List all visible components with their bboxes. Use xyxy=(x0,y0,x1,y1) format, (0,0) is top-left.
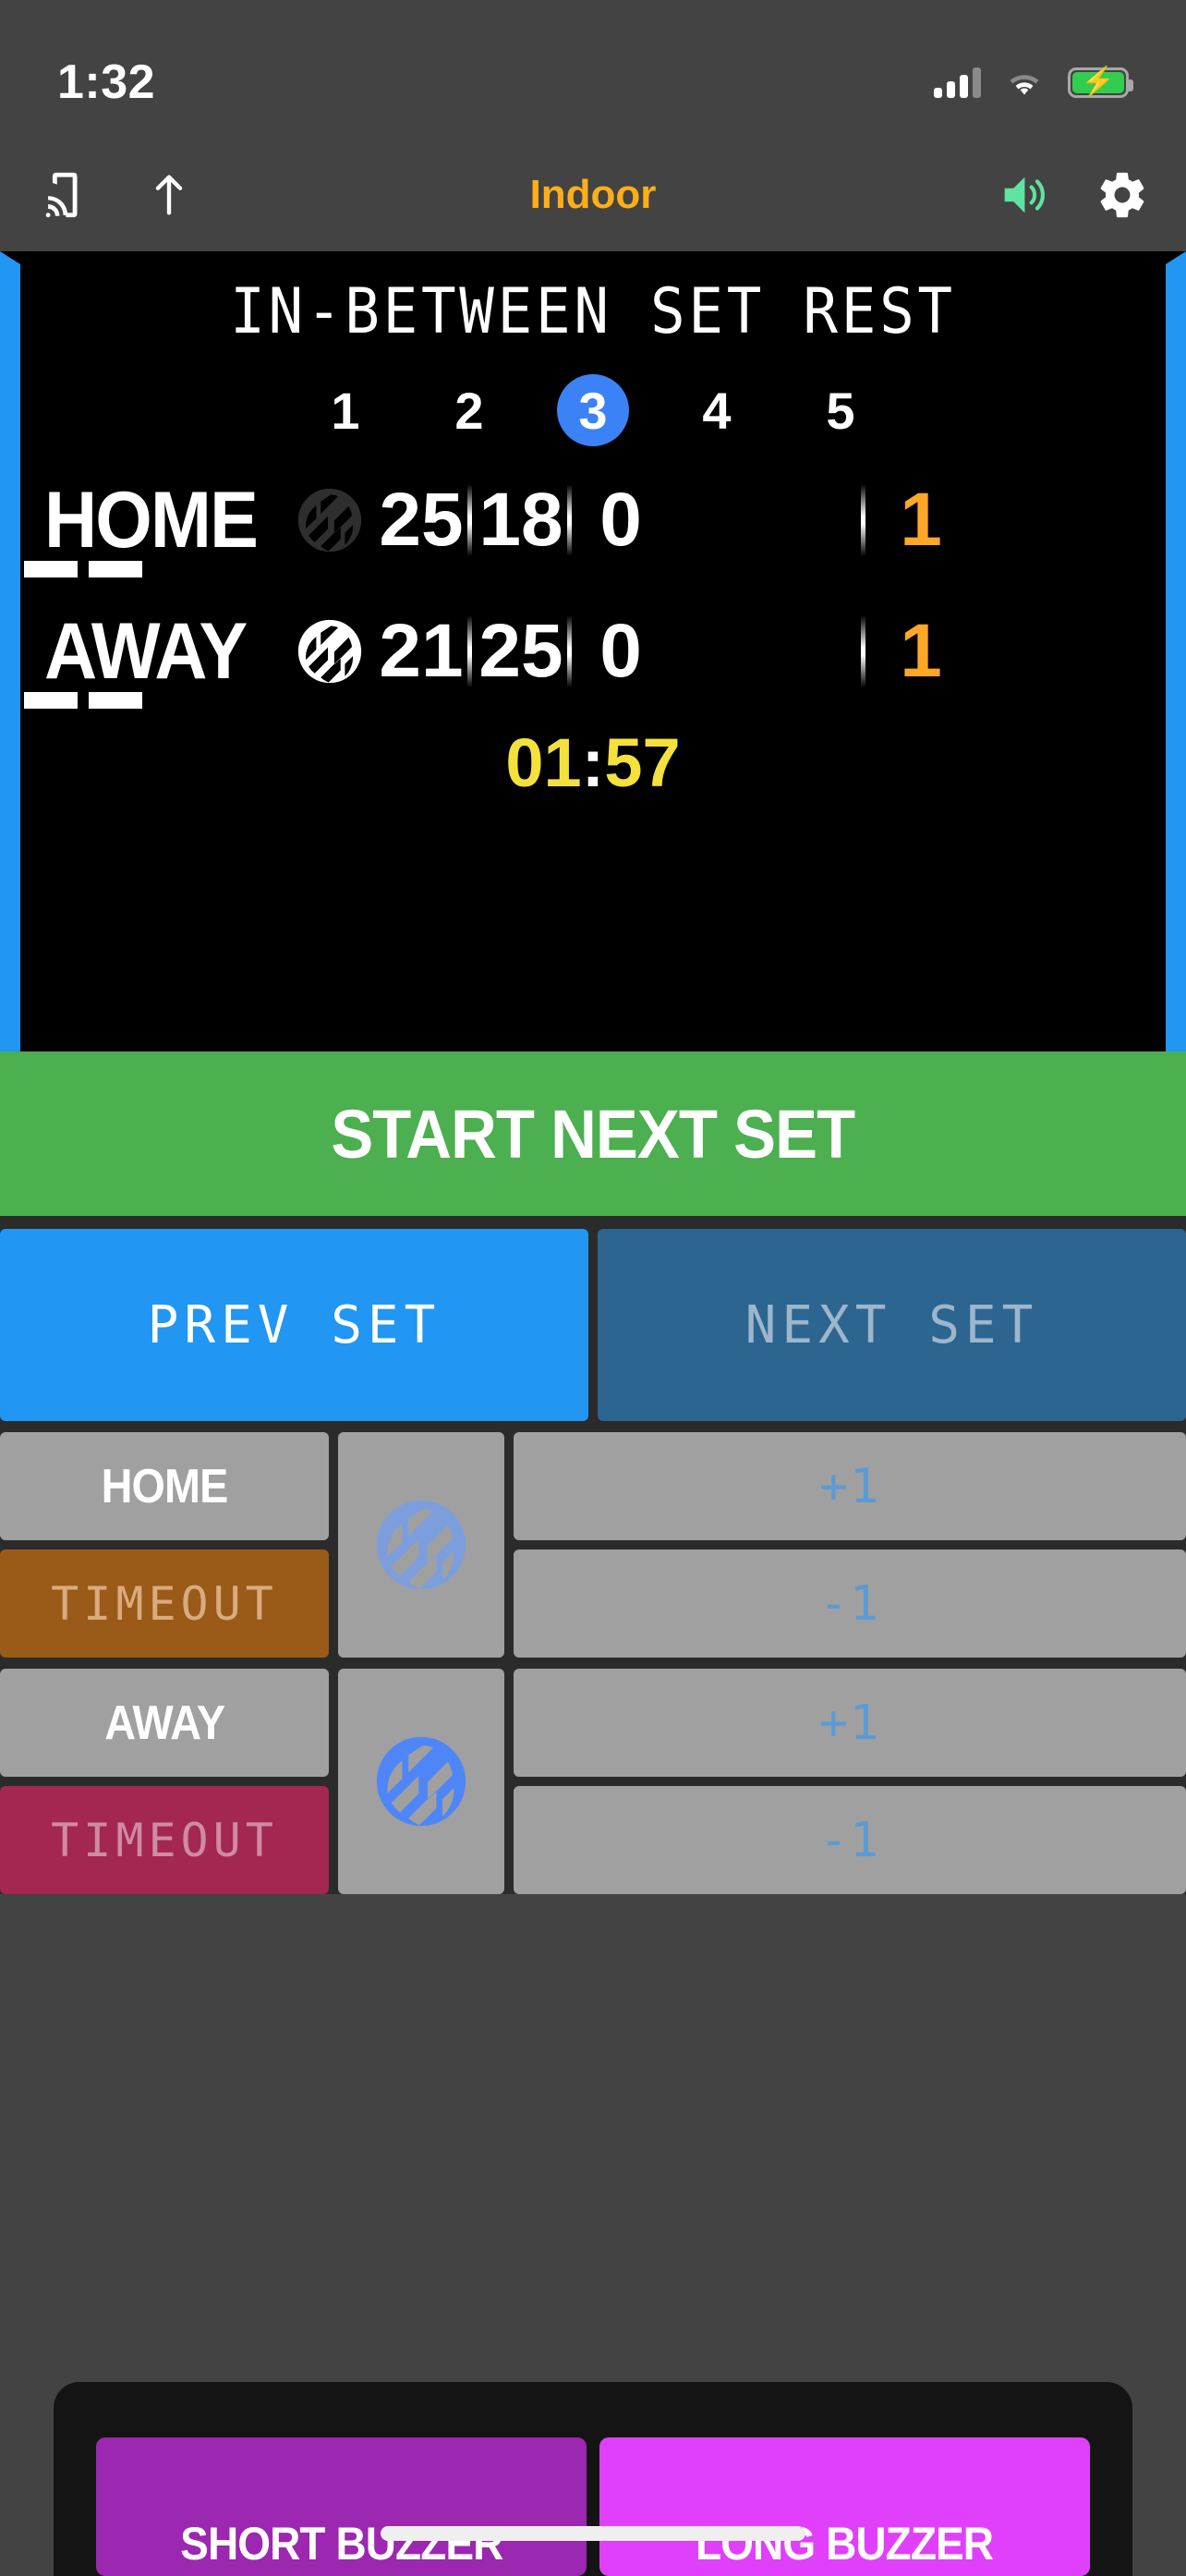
set-indicator-4[interactable]: 4 xyxy=(681,374,753,446)
away-score-decrement-button[interactable]: -1 xyxy=(514,1786,1186,1894)
controls-panel: PREV SET NEXT SET HOME TIMEOUT +1 -1 AWA… xyxy=(0,1216,1186,1894)
timer-separator: : xyxy=(581,724,605,801)
cast-icon[interactable] xyxy=(37,168,91,222)
home-team-button[interactable]: HOME xyxy=(0,1432,329,1540)
home-set1-score: 25 xyxy=(379,478,464,562)
volleyball-icon xyxy=(376,1500,466,1590)
set-indicator-2[interactable]: 2 xyxy=(433,374,505,446)
away-team-label: AWAY xyxy=(104,1695,225,1750)
scoreboard-accent-left xyxy=(0,251,20,1051)
set-navigation-row: PREV SET NEXT SET xyxy=(0,1216,1186,1421)
speaker-volume-icon[interactable] xyxy=(996,168,1049,222)
home-timeout-button[interactable]: TIMEOUT xyxy=(0,1549,329,1658)
set-indicator-1[interactable]: 1 xyxy=(309,374,381,446)
prev-set-button[interactable]: PREV SET xyxy=(0,1229,588,1421)
home-sets-won: 1 xyxy=(861,477,972,564)
gear-icon[interactable] xyxy=(1095,168,1149,222)
set-indicator-3[interactable]: 3 xyxy=(557,374,629,446)
battery-charging-icon: ⚡ xyxy=(1068,67,1133,98)
home-score-decrement-button[interactable]: -1 xyxy=(514,1549,1186,1658)
app-header: Indoor xyxy=(0,139,1186,251)
short-buzzer-button[interactable]: SHORT BUZZER xyxy=(96,2437,587,2576)
away-score-increment-button[interactable]: +1 xyxy=(514,1669,1186,1777)
away-serve-button[interactable] xyxy=(338,1669,504,1894)
scoreboard-accent-right xyxy=(1166,251,1186,1051)
cellular-signal-icon xyxy=(934,67,981,98)
away-timeout-button[interactable]: TIMEOUT xyxy=(0,1786,329,1894)
away-set-scores: 21 25 0 1 xyxy=(371,608,1158,695)
team-name-away: AWAY xyxy=(44,606,248,696)
status-bar-clock: 1:32 xyxy=(57,55,156,109)
home-team-label: HOME xyxy=(101,1459,229,1513)
away-controls: AWAY TIMEOUT +1 -1 xyxy=(0,1669,1186,1894)
long-buzzer-label: LONG BUZZER xyxy=(696,2518,994,2570)
away-set1-score: 21 xyxy=(379,609,464,693)
scoreboard-display[interactable]: IN-BETWEEN SET REST 1 2 3 4 5 HOME 25 18… xyxy=(0,251,1186,1051)
buzzer-row: SHORT BUZZER LONG BUZZER xyxy=(96,2437,1090,2576)
away-sets-won: 1 xyxy=(861,608,972,695)
score-controls-grid: HOME TIMEOUT +1 -1 AWAY TIMEOUT +1 -1 xyxy=(0,1421,1186,1894)
home-set2-score: 18 xyxy=(467,477,571,564)
volleyball-icon xyxy=(376,1736,466,1827)
buzzer-panel: SHORT BUZZER LONG BUZZER xyxy=(54,2382,1132,2576)
team-name-home: HOME xyxy=(44,475,259,565)
home-score-increment-button[interactable]: +1 xyxy=(514,1432,1186,1540)
home-controls: HOME TIMEOUT +1 -1 xyxy=(0,1432,1186,1658)
timer-minutes: 01 xyxy=(505,724,582,801)
ios-status-bar: 1:32 ⚡ xyxy=(0,0,1186,139)
status-bar-indicators: ⚡ xyxy=(934,59,1133,105)
rest-timer: 01:57 xyxy=(0,723,1186,802)
home-set3-score: 0 xyxy=(567,477,671,564)
long-buzzer-button[interactable]: LONG BUZZER xyxy=(599,2437,1090,2576)
set-indicator-row: 1 2 3 4 5 xyxy=(0,374,1186,446)
scoreboard-row-home: HOME 25 18 0 1 xyxy=(0,459,1186,581)
away-set3-score: 0 xyxy=(567,608,671,695)
volleyball-icon xyxy=(297,619,362,684)
scoreboard-row-away: AWAY 21 25 0 1 xyxy=(0,590,1186,712)
away-set2-score: 25 xyxy=(467,608,571,695)
away-team-button[interactable]: AWAY xyxy=(0,1669,329,1777)
next-set-button[interactable]: NEXT SET xyxy=(598,1229,1186,1421)
set-indicator-5[interactable]: 5 xyxy=(805,374,877,446)
scoreboard-status-text: IN-BETWEEN SET REST xyxy=(230,275,956,348)
volleyball-icon xyxy=(297,488,362,553)
timer-seconds: 57 xyxy=(604,724,681,801)
wifi-icon xyxy=(1010,75,1039,95)
home-serve-button[interactable] xyxy=(338,1432,504,1658)
ios-home-indicator[interactable] xyxy=(381,2526,805,2541)
start-next-set-button[interactable]: START NEXT SET xyxy=(0,1051,1186,1216)
short-buzzer-label: SHORT BUZZER xyxy=(179,2518,503,2570)
home-set-scores: 25 18 0 1 xyxy=(371,477,1158,564)
start-next-set-label: START NEXT SET xyxy=(331,1095,856,1173)
share-up-arrow-icon[interactable] xyxy=(142,168,196,222)
